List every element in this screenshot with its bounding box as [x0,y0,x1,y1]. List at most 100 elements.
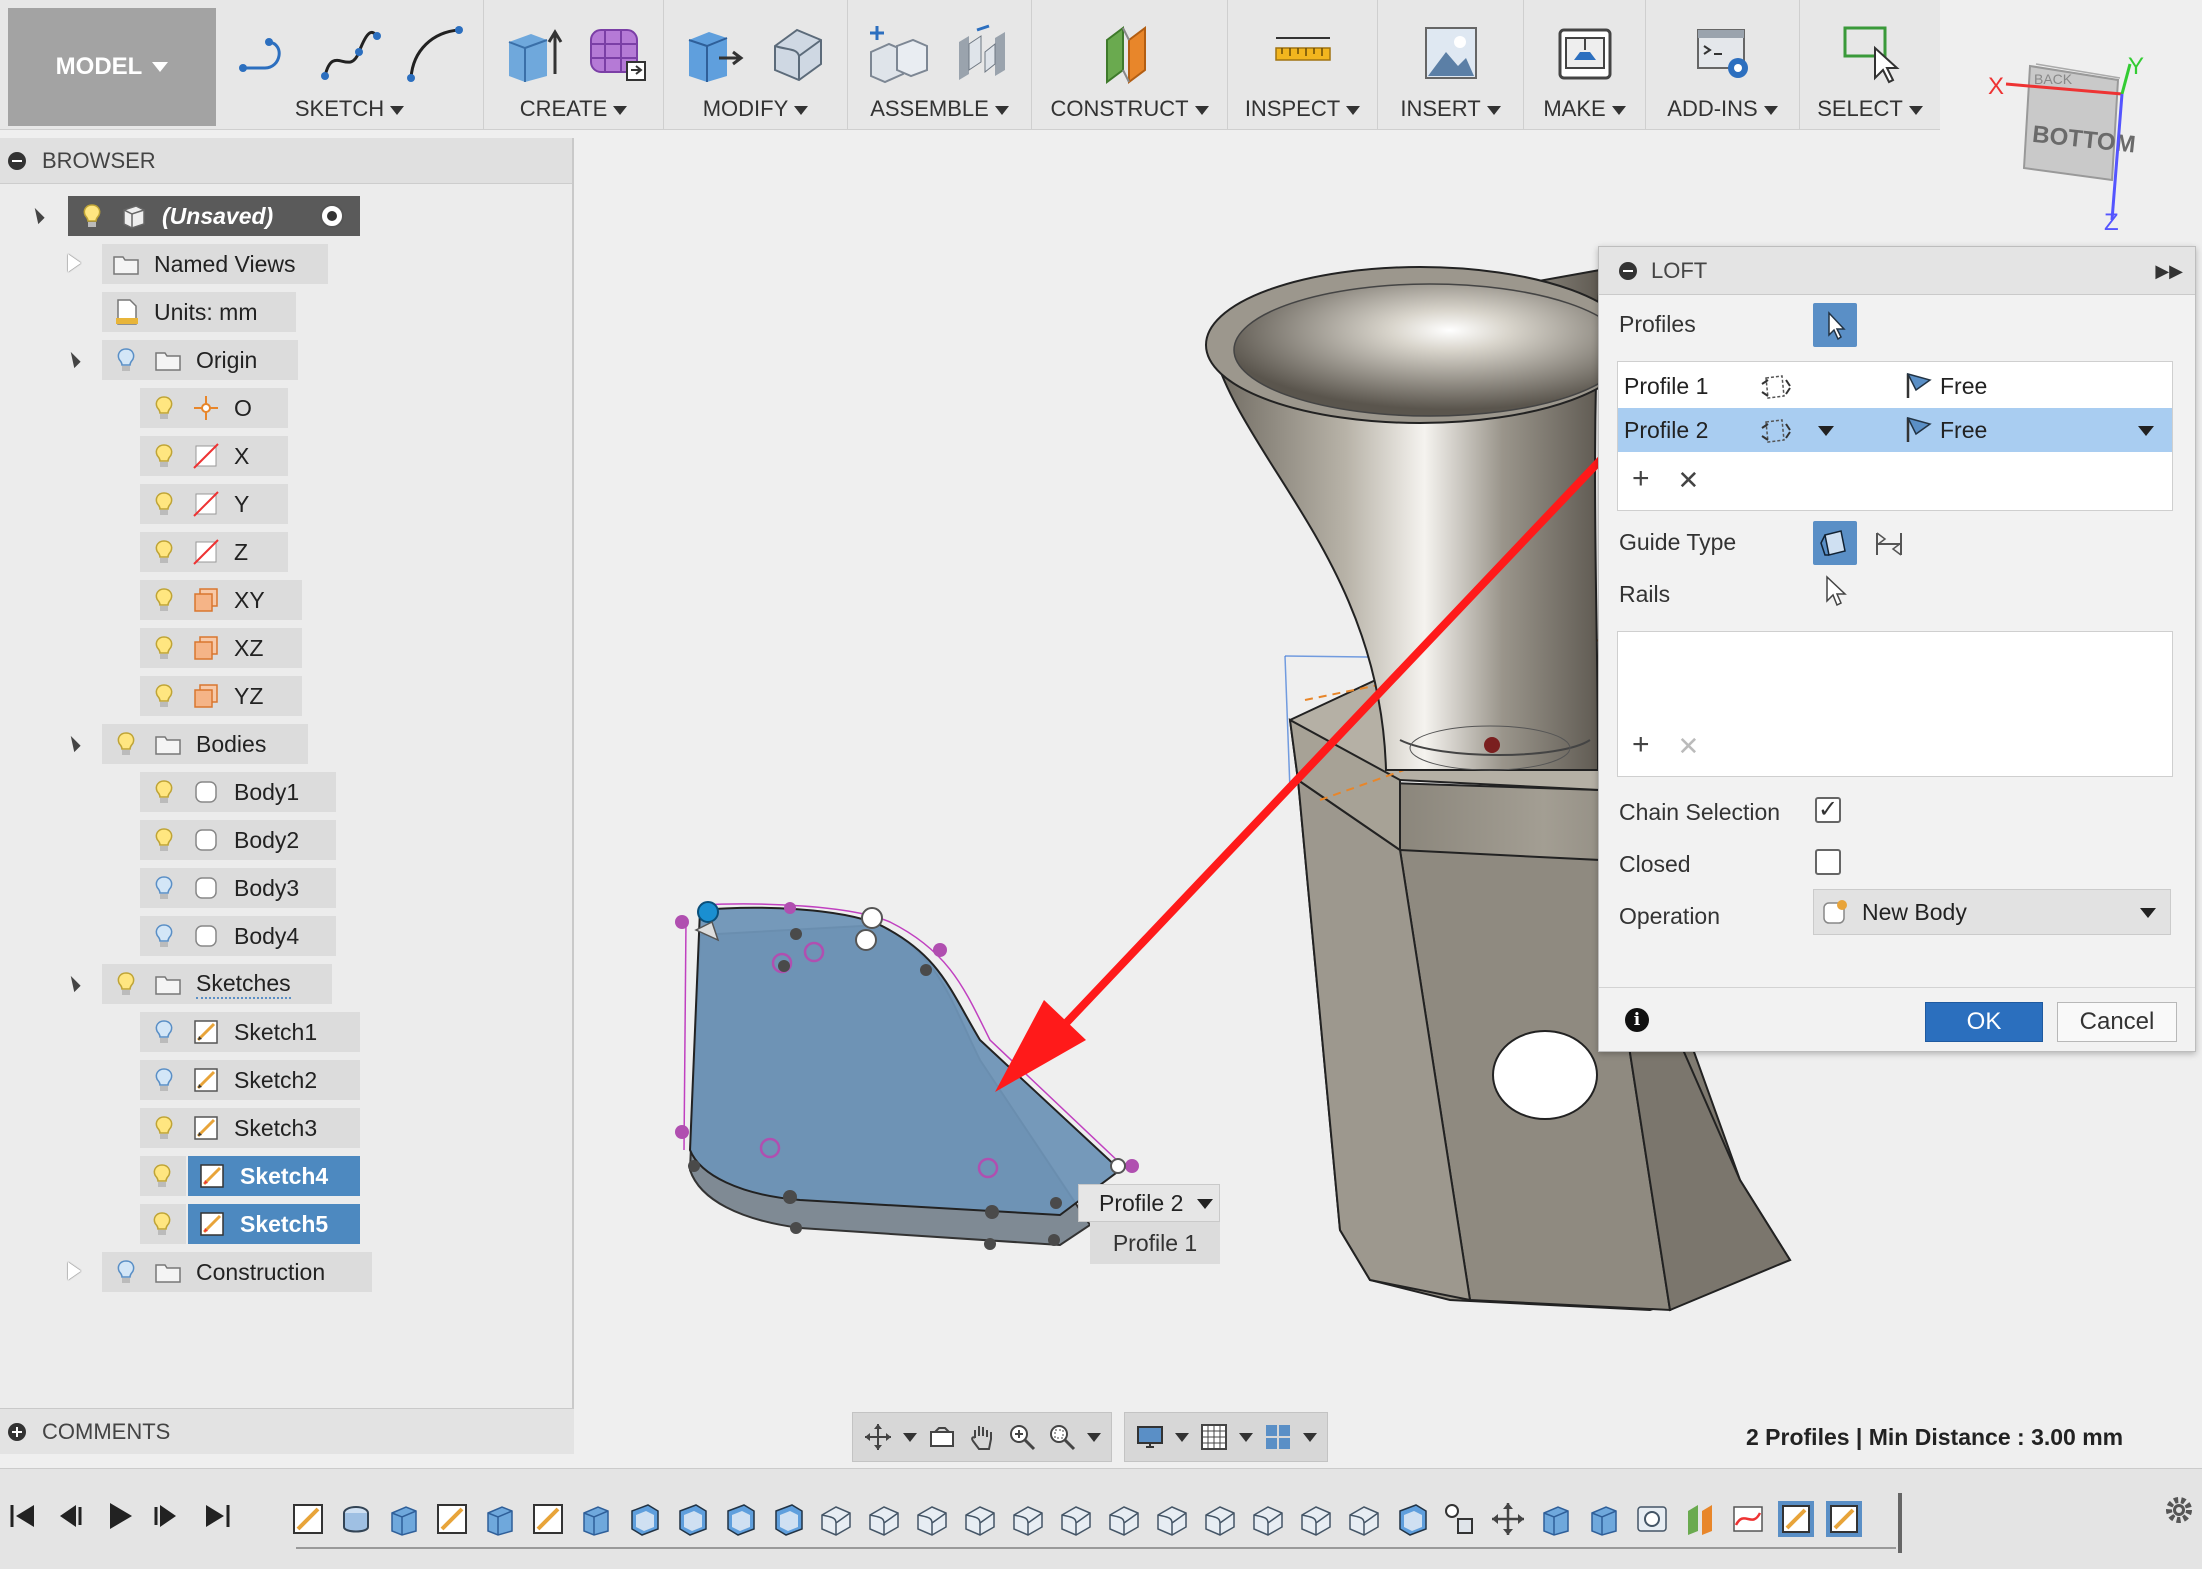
expand-triangle-icon[interactable] [28,207,45,225]
tree-units[interactable]: Units: mm [102,292,296,332]
timeline-fillet-icon[interactable] [1058,1501,1094,1537]
timeline-shell-icon[interactable] [626,1501,662,1537]
spline-tool-icon[interactable] [319,22,381,84]
lightbulb-icon[interactable] [150,682,178,710]
chevron-down-icon[interactable] [903,1432,917,1442]
lightbulb-icon[interactable] [150,442,178,470]
rails-select-cursor-icon[interactable] [1821,573,1851,609]
lightbulb-icon[interactable] [150,874,178,902]
addins-group[interactable]: ADD-INS [1646,0,1800,130]
chevron-down-icon[interactable] [1087,1432,1101,1442]
timeline-sketch-icon[interactable] [530,1501,566,1537]
centerline-guide-icon[interactable] [1869,527,1909,561]
tree-sketch5-visibility[interactable] [140,1204,186,1244]
timeline-extrude-icon[interactable] [1586,1501,1622,1537]
collapse-icon[interactable] [1619,261,1637,280]
lightbulb-icon[interactable] [150,634,178,662]
lightbulb-icon[interactable] [148,1210,176,1238]
timeline-fillet-icon[interactable] [1346,1501,1382,1537]
timeline-move-icon[interactable] [1490,1501,1526,1537]
collapse-icon[interactable] [8,151,26,170]
lightbulb-icon[interactable] [150,1066,178,1094]
timeline-fillet-icon[interactable] [1154,1501,1190,1537]
tree-sketch1[interactable]: Sketch1 [140,1012,360,1052]
create-group[interactable]: CREATE [484,0,664,130]
timeline-plane-icon[interactable] [1682,1501,1718,1537]
orbit-icon[interactable] [863,1422,893,1452]
activate-radio-icon[interactable] [318,202,346,230]
expand-triangle-icon[interactable] [64,975,81,993]
lightbulb-icon[interactable] [150,826,178,854]
tree-body1[interactable]: Body1 [140,772,336,812]
zoom-window-icon[interactable] [1047,1422,1077,1452]
comments-panel[interactable]: COMMENTS [0,1408,574,1454]
modify-group[interactable]: MODIFY [664,0,848,130]
profile-popup-item-1[interactable]: Profile 2 [1078,1184,1220,1222]
timeline-shell-icon[interactable] [770,1501,806,1537]
timeline-hole-icon[interactable] [1634,1501,1670,1537]
ok-button[interactable]: OK [1925,1002,2043,1042]
press-pull-icon[interactable] [683,22,745,84]
timeline-marker[interactable] [1898,1493,1902,1553]
tree-named-views[interactable]: Named Views [102,244,328,284]
expand-triangle-icon[interactable] [64,351,81,369]
step-forward-icon[interactable] [150,1499,184,1533]
offset-plane-icon[interactable] [1099,22,1161,84]
tree-body3[interactable]: Body3 [140,868,336,908]
tree-sketch5[interactable]: Sketch5 [188,1204,360,1244]
view-cube[interactable]: BACK BOTTOM X Y Z [1980,50,2170,240]
model-funnel[interactable] [1205,266,1635,771]
timeline-fillet-icon[interactable] [1250,1501,1286,1537]
profile-popup-item-2[interactable]: Profile 1 [1090,1222,1220,1264]
tree-origin-z[interactable]: Z [140,532,288,572]
extrude-icon[interactable] [501,22,563,84]
timeline-sketch-active-icon[interactable] [1778,1501,1814,1537]
fillet-icon[interactable] [767,22,829,84]
document-root[interactable]: (Unsaved) [68,196,360,236]
timeline-shell-icon[interactable] [1394,1501,1430,1537]
measure-icon[interactable] [1272,22,1334,84]
profile-end-condition-icon[interactable] [1758,372,1792,402]
add-rail-icon[interactable]: + [1632,728,1650,764]
create-menu[interactable]: CREATE [484,96,663,122]
expand-icon[interactable] [8,1422,26,1441]
go-to-start-icon[interactable] [6,1499,40,1533]
addins-menu[interactable]: ADD-INS [1646,96,1799,122]
timeline-fillet-icon[interactable] [818,1501,854,1537]
assemble-group[interactable]: ASSEMBLE [848,0,1032,130]
tree-origin-xy[interactable]: XY [140,580,302,620]
tree-body2[interactable]: Body2 [140,820,336,860]
timeline-fillet-icon[interactable] [866,1501,902,1537]
browser-header[interactable]: BROWSER [0,138,572,184]
timeline-shell-icon[interactable] [722,1501,758,1537]
sketch-profile-shape[interactable] [675,901,1139,1250]
lightbulb-icon[interactable] [78,202,106,230]
step-back-icon[interactable] [52,1499,86,1533]
lightbulb-icon[interactable] [150,586,178,614]
chevron-down-icon[interactable] [1818,426,1834,436]
select-group[interactable]: SELECT [1800,0,1940,130]
expand-triangle-icon[interactable] [64,735,81,753]
grid-settings-icon[interactable] [1199,1422,1229,1452]
timeline-extrude-icon[interactable] [1538,1501,1574,1537]
window-select-icon[interactable] [1839,22,1901,84]
expand-dialog-icon[interactable]: ▶▶ [2155,261,2183,282]
pan-hand-icon[interactable] [967,1422,997,1452]
timeline-fillet-icon[interactable] [1010,1501,1046,1537]
tree-body4[interactable]: Body4 [140,916,336,956]
lightbulb-icon[interactable] [112,970,140,998]
timeline-fillet-icon[interactable] [962,1501,998,1537]
workspace-switcher[interactable]: MODEL [8,8,216,126]
timeline-sketch-hole-icon[interactable] [338,1501,374,1537]
look-at-icon[interactable] [927,1422,957,1452]
closed-checkbox[interactable] [1815,849,1841,875]
chevron-down-icon[interactable] [1303,1432,1317,1442]
timeline-sketch-active-icon[interactable] [1826,1501,1862,1537]
select-menu[interactable]: SELECT [1800,96,1940,122]
timeline-fillet-icon[interactable] [1298,1501,1334,1537]
sketch-group[interactable]: SKETCH [216,0,484,130]
tree-origin-yz[interactable]: YZ [140,676,302,716]
timeline-sketch-icon[interactable] [434,1501,470,1537]
expand-triangle-icon[interactable] [68,254,81,272]
lightbulb-icon[interactable] [150,1114,178,1142]
